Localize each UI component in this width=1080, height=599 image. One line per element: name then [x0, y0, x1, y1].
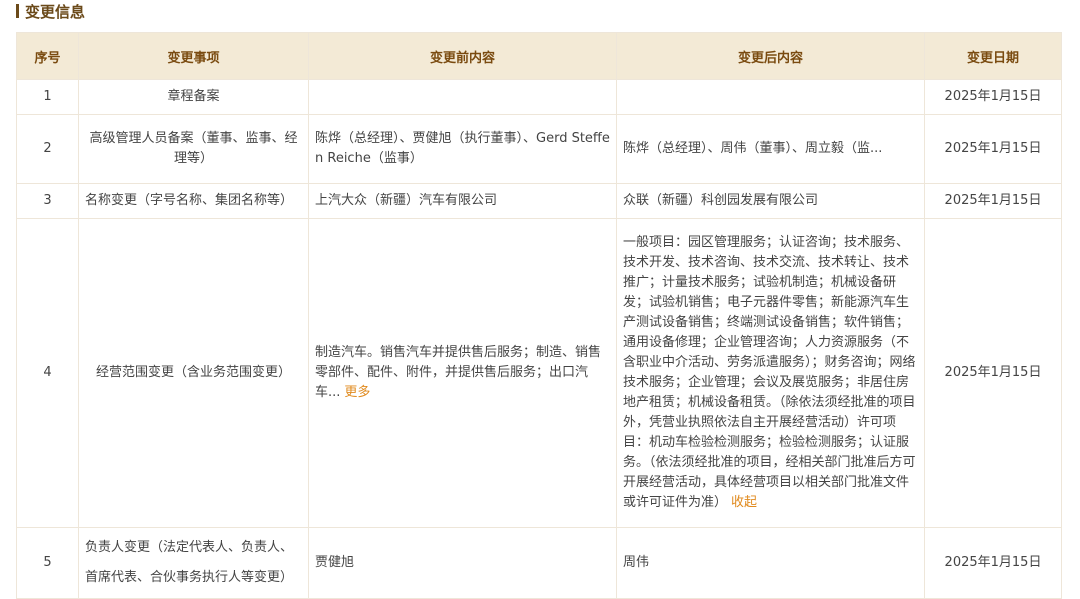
- header-index: 序号: [16, 32, 79, 80]
- collapse-link[interactable]: 收起: [731, 495, 757, 510]
- cell-index: 3: [16, 183, 79, 219]
- cell-after-text: 陈烨（总经理）、周伟（董事）、周立毅（监...: [623, 141, 883, 156]
- cell-before: 上汽大众（新疆）汽车有限公司: [308, 183, 617, 219]
- change-records-table: 序号 变更事项 变更前内容 变更后内容 变更日期 1 章程备案 2025年1月1…: [16, 32, 1062, 599]
- section-title: 变更信息: [16, 0, 85, 22]
- cell-after: 众联（新疆）科创园发展有限公司: [616, 183, 925, 219]
- cell-item: 章程备案: [78, 79, 309, 115]
- cell-item: 名称变更（字号名称、集团名称等）: [78, 183, 309, 219]
- cell-before: 陈烨（总经理）、贾健旭（执行董事）、Gerd Steffen Reiche（监事…: [308, 114, 617, 184]
- cell-index: 1: [16, 79, 79, 115]
- section-title-text: 变更信息: [25, 2, 86, 21]
- table-row: 4 经营范围变更（含业务范围变更） 制造汽车。销售汽车并提供售后服务；制造、销售…: [16, 218, 1062, 528]
- cell-date: 2025年1月15日: [924, 527, 1062, 599]
- cell-item: 经营范围变更（含业务范围变更）: [78, 218, 309, 528]
- cell-date: 2025年1月15日: [924, 79, 1062, 115]
- cell-date: 2025年1月15日: [924, 218, 1062, 528]
- table-header-row: 序号 变更事项 变更前内容 变更后内容 变更日期: [16, 32, 1062, 80]
- cell-before: [308, 79, 617, 115]
- cell-item: 负责人变更（法定代表人、负责人、首席代表、合伙事务执行人等变更）: [78, 527, 309, 599]
- cell-after: 一般项目：园区管理服务；认证咨询；技术服务、技术开发、技术咨询、技术交流、技术转…: [616, 218, 925, 528]
- title-accent-bar: [16, 4, 19, 18]
- cell-before: 制造汽车。销售汽车并提供售后服务；制造、销售零部件、配件、附件，并提供售后服务；…: [308, 218, 617, 528]
- cell-index: 5: [16, 527, 79, 599]
- cell-after: 陈烨（总经理）、周伟（董事）、周立毅（监...: [616, 114, 925, 184]
- cell-item: 高级管理人员备案（董事、监事、经理等）: [78, 114, 309, 184]
- cell-after: [616, 79, 925, 115]
- cell-date: 2025年1月15日: [924, 114, 1062, 184]
- cell-after-text: 一般项目：园区管理服务；认证咨询；技术服务、技术开发、技术咨询、技术交流、技术转…: [623, 235, 916, 510]
- cell-index: 2: [16, 114, 79, 184]
- table-row: 5 负责人变更（法定代表人、负责人、首席代表、合伙事务执行人等变更） 贾健旭 周…: [16, 527, 1062, 599]
- table-row: 3 名称变更（字号名称、集团名称等） 上汽大众（新疆）汽车有限公司 众联（新疆）…: [16, 183, 1062, 219]
- more-link[interactable]: 更多: [344, 385, 370, 400]
- header-after: 变更后内容: [616, 32, 925, 80]
- table-row: 1 章程备案 2025年1月15日: [16, 79, 1062, 115]
- cell-before: 贾健旭: [308, 527, 617, 599]
- cell-after: 周伟: [616, 527, 925, 599]
- cell-index: 4: [16, 218, 79, 528]
- table-row: 2 高级管理人员备案（董事、监事、经理等） 陈烨（总经理）、贾健旭（执行董事）、…: [16, 114, 1062, 184]
- cell-date: 2025年1月15日: [924, 183, 1062, 219]
- header-item: 变更事项: [78, 32, 309, 80]
- header-date: 变更日期: [924, 32, 1062, 80]
- header-before: 变更前内容: [308, 32, 617, 80]
